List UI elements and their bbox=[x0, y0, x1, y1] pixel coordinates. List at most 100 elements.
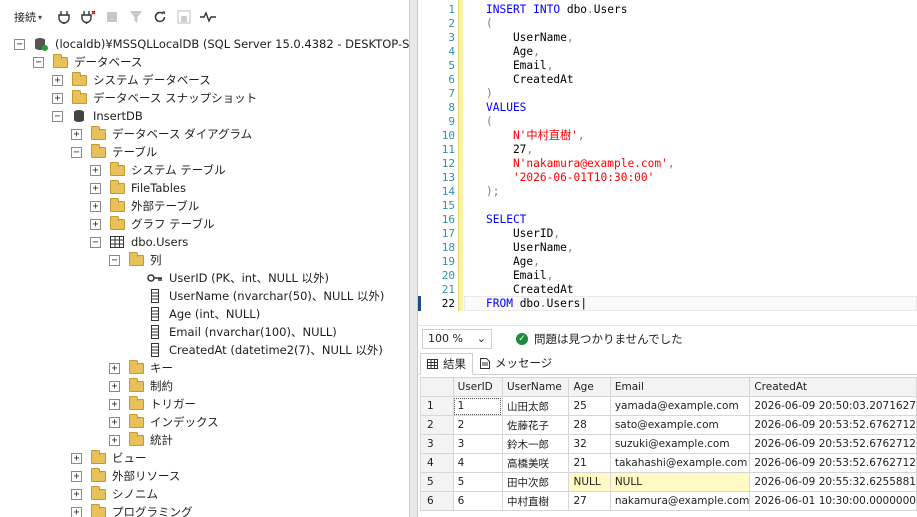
table-cell[interactable]: 2026-06-01 10:30:00.0000000 bbox=[749, 491, 917, 511]
tree-node-server[interactable]: − (localdb)¥MSSQLLocalDB (SQL Server 15.… bbox=[14, 35, 409, 53]
tree-node-column-email[interactable]: Email (nvarchar(100)、NULL) bbox=[128, 323, 337, 341]
column-header[interactable]: Age bbox=[568, 377, 611, 397]
expand-icon[interactable]: + bbox=[109, 380, 120, 392]
table-cell[interactable]: yamada@example.com bbox=[609, 396, 751, 416]
table-cell[interactable]: NULL bbox=[609, 472, 751, 492]
table-cell[interactable]: 佐藤花子 bbox=[501, 415, 570, 435]
tree-node-indexes[interactable]: + インデックス bbox=[109, 413, 219, 431]
expand-icon[interactable]: + bbox=[71, 488, 82, 500]
refresh-icon[interactable] bbox=[148, 5, 172, 29]
table-cell[interactable]: nakamura@example.com bbox=[609, 491, 751, 511]
table-cell[interactable]: sato@example.com bbox=[609, 415, 751, 435]
row-number-cell[interactable]: 1 bbox=[420, 396, 454, 416]
tree-node-filetables[interactable]: + FileTables bbox=[90, 179, 186, 197]
tree-node-constraints[interactable]: + 制約 bbox=[109, 377, 173, 395]
tree-node-databases[interactable]: − データベース bbox=[33, 53, 142, 71]
table-row[interactable]: 5 5 田中次郎 NULL NULL 2026-06-09 20:55:32.625588… bbox=[420, 472, 917, 492]
collapse-icon[interactable]: − bbox=[33, 56, 44, 68]
zoom-dropdown[interactable]: 100 % ⌄ bbox=[422, 328, 492, 349]
collapse-icon[interactable]: − bbox=[90, 236, 101, 248]
expand-icon[interactable]: + bbox=[90, 164, 101, 176]
expand-icon[interactable]: + bbox=[109, 416, 120, 428]
table-cell[interactable]: 4 bbox=[452, 453, 503, 473]
column-header[interactable]: UserID bbox=[452, 377, 503, 397]
expand-icon[interactable]: + bbox=[52, 92, 63, 104]
connect-button[interactable]: 接続 bbox=[14, 9, 36, 25]
results-grid[interactable]: UserID UserName Age Email CreatedAt 1 1 山田太郎 25… bbox=[420, 377, 917, 511]
table-cell[interactable]: 25 bbox=[568, 396, 611, 416]
expand-icon[interactable]: + bbox=[109, 434, 120, 446]
tree-node-column-age[interactable]: Age (int、NULL) bbox=[128, 305, 260, 323]
pane-splitter[interactable] bbox=[409, 0, 418, 517]
tree-node-triggers[interactable]: + トリガー bbox=[109, 395, 196, 413]
table-cell[interactable]: 27 bbox=[568, 491, 611, 511]
table-cell[interactable]: 2026-06-09 20:53:52.6762712 bbox=[749, 434, 917, 454]
tree-node-keys[interactable]: + キー bbox=[109, 359, 173, 377]
tree-node-insertdb[interactable]: − InsertDB bbox=[52, 107, 143, 125]
table-cell[interactable]: NULL bbox=[568, 472, 611, 492]
connect-plug-icon[interactable] bbox=[52, 5, 76, 29]
table-cell[interactable]: 3 bbox=[452, 434, 503, 454]
tree-node-users-table[interactable]: − dbo.Users bbox=[90, 233, 188, 251]
expand-icon[interactable]: + bbox=[52, 74, 63, 86]
stop-icon[interactable] bbox=[100, 5, 124, 29]
table-row[interactable]: 6 6 中村直樹 27 nakamura@example.com 2026-06-01 1… bbox=[420, 491, 917, 511]
column-header[interactable]: Email bbox=[609, 377, 751, 397]
collapse-icon[interactable]: − bbox=[71, 146, 82, 158]
tree-node-views[interactable]: + ビュー bbox=[71, 449, 147, 467]
expand-icon[interactable]: + bbox=[90, 200, 101, 212]
table-cell[interactable]: 2026-06-09 20:55:32.6255881 bbox=[749, 472, 917, 492]
table-cell[interactable]: 32 bbox=[568, 434, 611, 454]
table-cell[interactable]: 28 bbox=[568, 415, 611, 435]
table-cell[interactable]: 5 bbox=[452, 472, 503, 492]
expand-icon[interactable]: + bbox=[109, 362, 120, 374]
row-number-cell[interactable]: 4 bbox=[420, 453, 454, 473]
tree-node-external-resources[interactable]: + 外部リソース bbox=[71, 467, 180, 485]
collapse-icon[interactable]: − bbox=[109, 254, 120, 266]
tree-node-system-tables[interactable]: + システム テーブル bbox=[90, 161, 226, 179]
tab-messages[interactable]: メッセージ bbox=[473, 352, 558, 374]
tree-node-diagrams[interactable]: + データベース ダイアグラム bbox=[71, 125, 252, 143]
expand-icon[interactable]: + bbox=[71, 452, 82, 464]
connect-dropdown-caret[interactable]: ▾ bbox=[38, 13, 42, 22]
summary-icon[interactable] bbox=[172, 5, 196, 29]
column-header[interactable]: CreatedAt bbox=[749, 377, 917, 397]
table-cell[interactable]: 田中次郎 bbox=[501, 472, 570, 492]
expand-icon[interactable]: + bbox=[71, 506, 82, 517]
tree-node-external-tables[interactable]: + 外部テーブル bbox=[90, 197, 199, 215]
filter-icon[interactable] bbox=[124, 5, 148, 29]
table-row[interactable]: 3 3 鈴木一郎 32 suzuki@example.com 2026-06-09 20:… bbox=[420, 434, 917, 454]
tree-node-tables[interactable]: − テーブル bbox=[71, 143, 157, 161]
expand-icon[interactable]: + bbox=[71, 128, 82, 140]
table-cell[interactable]: 2026-06-09 20:53:52.6762712 bbox=[749, 453, 917, 473]
column-header[interactable]: UserName bbox=[501, 377, 570, 397]
tree-node-graph-tables[interactable]: + グラフ テーブル bbox=[90, 215, 214, 233]
collapse-icon[interactable]: − bbox=[52, 110, 63, 122]
tree-node-system-databases[interactable]: + システム データベース bbox=[52, 71, 211, 89]
tree-node-statistics[interactable]: + 統計 bbox=[109, 431, 173, 449]
row-number-cell[interactable]: 3 bbox=[420, 434, 454, 454]
table-cell[interactable]: 2 bbox=[452, 415, 503, 435]
expand-icon[interactable]: + bbox=[90, 218, 101, 230]
collapse-icon[interactable]: − bbox=[14, 38, 25, 50]
table-cell[interactable]: 1 bbox=[452, 396, 503, 416]
table-cell[interactable]: 6 bbox=[452, 491, 503, 511]
table-row[interactable]: 4 4 高橋美咲 21 takahashi@example.com 2026-06-09 … bbox=[420, 453, 917, 473]
expand-icon[interactable]: + bbox=[71, 470, 82, 482]
table-cell[interactable]: 高橋美咲 bbox=[501, 453, 570, 473]
tree-node-columns[interactable]: − 列 bbox=[109, 251, 162, 269]
query-editor[interactable]: 1 2 3 4 5 6 7 8 9 10 11 12 13 14 15 16 17 18 19 20 21 22 INSE… bbox=[418, 0, 917, 319]
tree-node-column-username[interactable]: UserName (nvarchar(50)、NULL 以外) bbox=[128, 287, 384, 305]
tree-node-snapshots[interactable]: + データベース スナップショット bbox=[52, 89, 257, 107]
table-cell[interactable]: 21 bbox=[568, 453, 611, 473]
table-row[interactable]: 1 1 山田太郎 25 yamada@example.com 2026-06-09 20:… bbox=[420, 396, 917, 416]
table-cell[interactable]: suzuki@example.com bbox=[609, 434, 751, 454]
disconnect-plug-icon[interactable] bbox=[76, 5, 100, 29]
table-cell[interactable]: 鈴木一郎 bbox=[501, 434, 570, 454]
table-cell[interactable]: 2026-06-09 20:50:03.2071627 bbox=[749, 396, 917, 416]
row-number-cell[interactable]: 6 bbox=[420, 491, 454, 511]
tree-node-programming[interactable]: + プログラミング bbox=[71, 503, 193, 517]
expand-icon[interactable]: + bbox=[109, 398, 120, 410]
table-cell[interactable]: takahashi@example.com bbox=[609, 453, 751, 473]
column-header[interactable] bbox=[420, 377, 454, 397]
